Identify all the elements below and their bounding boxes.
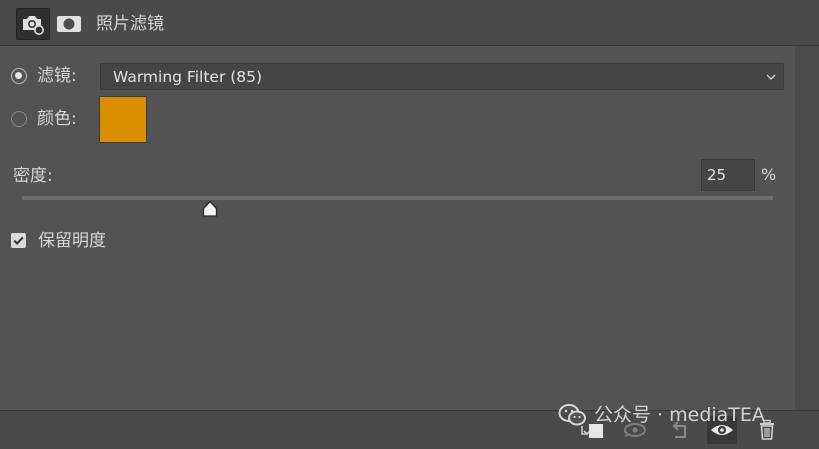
color-radio[interactable]: [11, 111, 27, 127]
watermark: 公众号 · mediaTEA: [558, 403, 765, 427]
density-label: 密度:: [13, 166, 53, 186]
checkmark-icon: [13, 236, 24, 245]
wechat-icon: [558, 404, 586, 426]
preserve-luminosity-label: 保留明度: [38, 231, 106, 251]
panel-header: 照片滤镜: [0, 0, 819, 46]
density-slider-thumb[interactable]: [201, 200, 219, 218]
layer-mask-tab[interactable]: [52, 8, 86, 40]
preserve-luminosity-checkbox[interactable]: [11, 233, 26, 248]
color-swatch[interactable]: [99, 96, 147, 143]
chevron-down-icon: [766, 74, 776, 80]
density-unit: %: [761, 165, 777, 184]
watermark-text: 公众号 · mediaTEA: [594, 404, 765, 426]
filter-radio[interactable]: [11, 68, 27, 84]
density-input[interactable]: [701, 159, 755, 191]
filter-dropdown[interactable]: Warming Filter (85): [100, 63, 784, 90]
scrollbar[interactable]: [795, 46, 819, 410]
filter-label: 滤镜:: [37, 66, 77, 86]
panel-title: 照片滤镜: [96, 14, 164, 34]
adjustment-layer-tab[interactable]: [16, 8, 50, 40]
color-label: 颜色:: [37, 109, 77, 129]
layer-mask-icon: [57, 16, 81, 32]
camera-icon: [23, 16, 44, 35]
density-slider-track[interactable]: [22, 196, 773, 200]
filter-dropdown-value: Warming Filter (85): [113, 68, 263, 86]
